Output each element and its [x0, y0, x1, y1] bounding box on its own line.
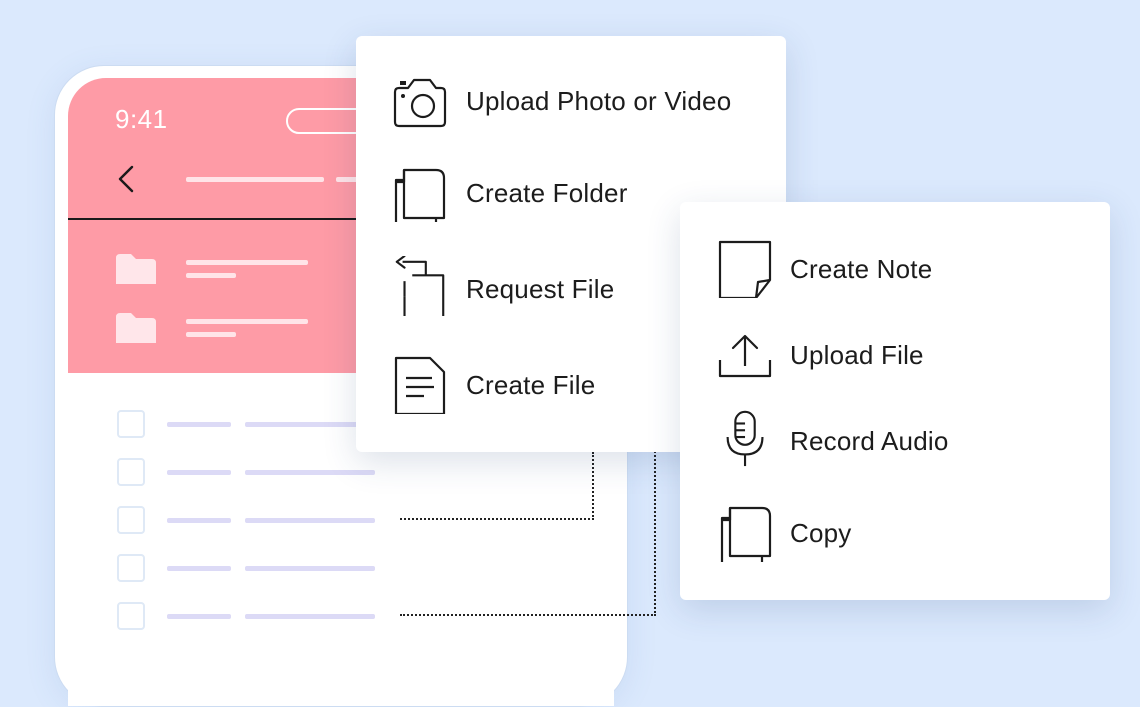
menu-item-label: Request File: [466, 274, 615, 304]
status-time: 9:41: [115, 104, 168, 134]
header-divider: [68, 218, 358, 220]
menu-item-label: Create File: [466, 370, 596, 400]
document-icon: [392, 354, 448, 414]
folder-meta-line: [186, 273, 236, 278]
copy-icon: [718, 502, 774, 562]
row-checkbox[interactable]: [117, 410, 145, 438]
folder-name-line: [186, 260, 308, 265]
menu-item-label: Record Audio: [790, 426, 949, 456]
folder-meta-line: [186, 332, 236, 337]
menu-item-record-audio[interactable]: Record Audio: [680, 406, 1110, 476]
row-line-short: [167, 470, 231, 475]
row-checkbox[interactable]: [117, 506, 145, 534]
row-checkbox[interactable]: [117, 602, 145, 630]
row-checkbox[interactable]: [117, 458, 145, 486]
row-line-short: [167, 422, 231, 427]
folder-icon: [116, 254, 156, 284]
row-line-short: [167, 518, 231, 523]
connector-line: [400, 614, 656, 616]
menu-item-label: Upload File: [790, 340, 924, 370]
note-icon: [718, 238, 774, 298]
menu-item-upload-file[interactable]: Upload File: [680, 320, 1110, 390]
row-line-long: [245, 470, 375, 475]
row-line-long: [245, 518, 375, 523]
menu-item-label: Create Note: [790, 254, 933, 284]
folder-name-line: [186, 319, 308, 324]
back-chevron-icon[interactable]: [116, 164, 136, 194]
row-line-long: [245, 566, 375, 571]
row-line-short: [167, 614, 231, 619]
menu-item-copy[interactable]: Copy: [680, 498, 1110, 568]
row-line-long: [245, 614, 375, 619]
upload-icon: [718, 324, 774, 384]
title-placeholder-line: [186, 177, 324, 182]
microphone-icon: [718, 408, 774, 468]
title-placeholder-line: [336, 177, 358, 182]
menu-item-label: Create Folder: [466, 178, 628, 208]
camera-icon: [392, 72, 448, 132]
connector-line: [400, 518, 594, 520]
folder-stack-icon: [392, 162, 448, 222]
connector-line: [592, 452, 594, 520]
request-file-icon: [392, 256, 448, 316]
menu-item-label: Upload Photo or Video: [466, 86, 732, 116]
row-line-short: [167, 566, 231, 571]
menu-item-create-note[interactable]: Create Note: [680, 234, 1110, 304]
folder-icon: [116, 313, 156, 343]
row-checkbox[interactable]: [117, 554, 145, 582]
secondary-action-menu: Create Note Upload File Record Audio Cop…: [680, 202, 1110, 600]
menu-item-upload-photo-video[interactable]: Upload Photo or Video: [356, 66, 786, 136]
menu-item-label: Copy: [790, 518, 852, 548]
